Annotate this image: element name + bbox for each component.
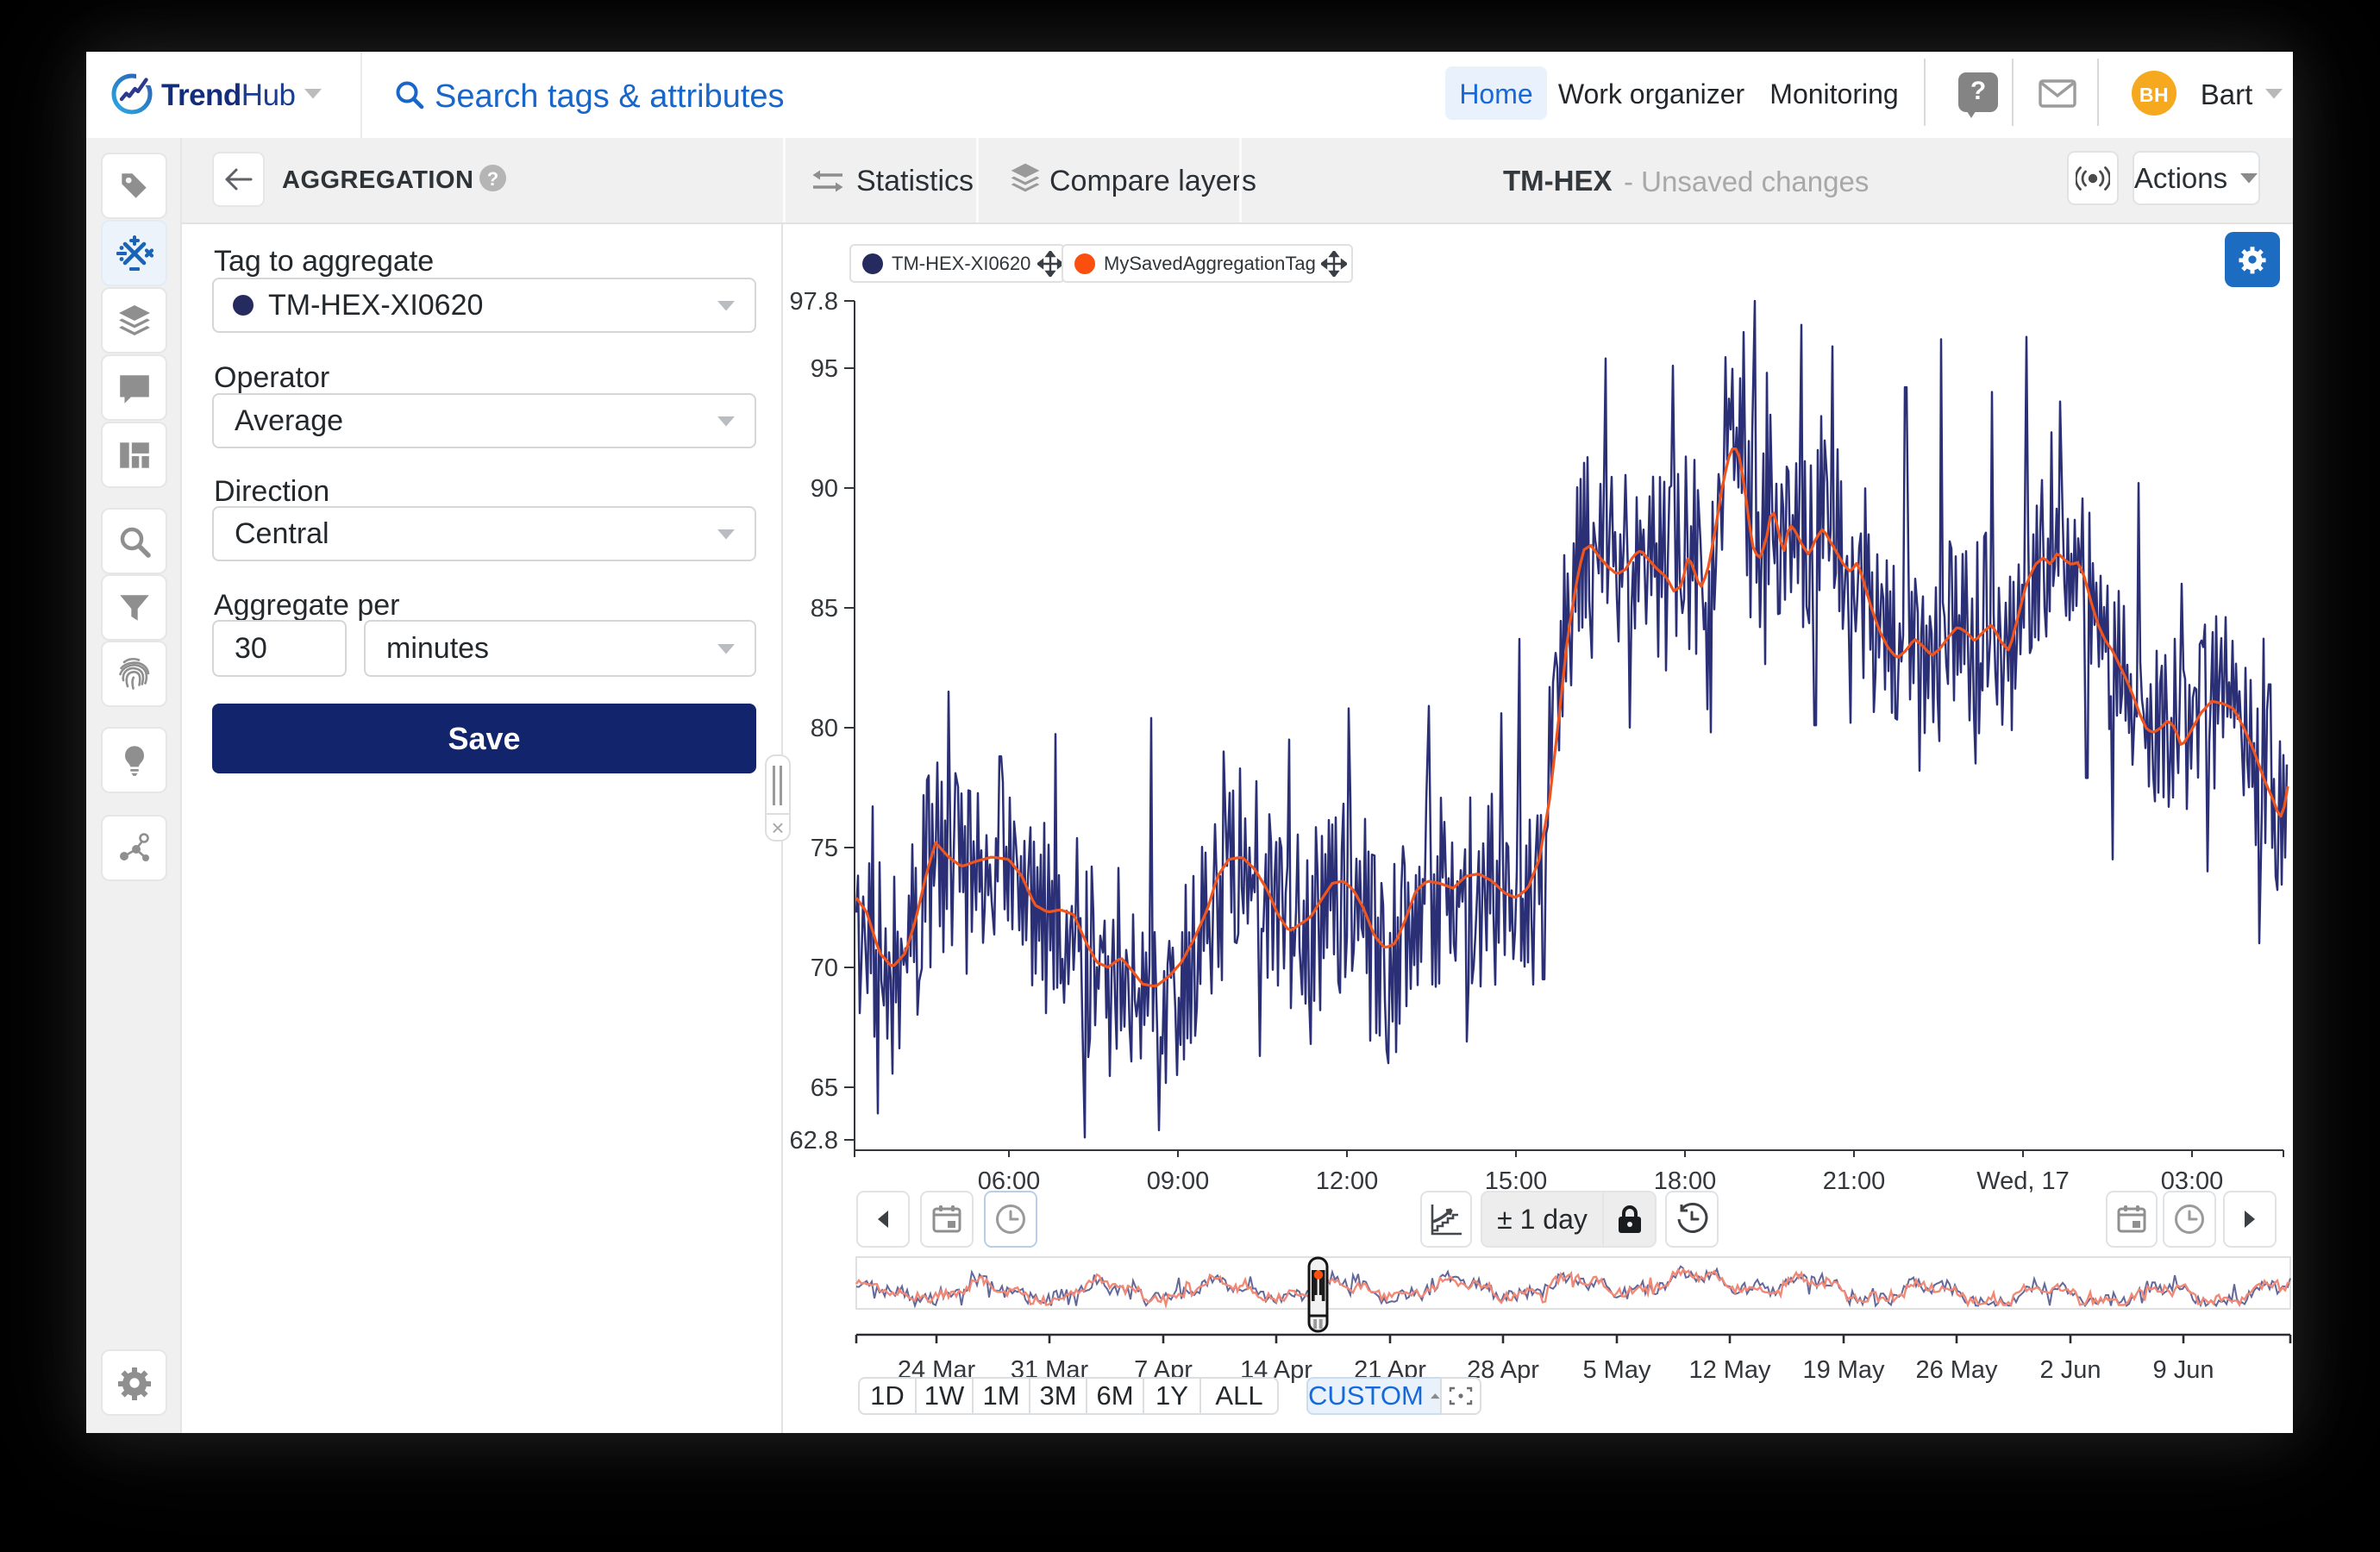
svg-text:62.8: 62.8 (790, 1127, 838, 1155)
svg-text:97.8: 97.8 (790, 288, 838, 316)
svg-text:Wed, 17: Wed, 17 (1976, 1167, 2069, 1195)
svg-text:70: 70 (811, 954, 838, 982)
svg-text:85: 85 (811, 595, 838, 623)
svg-text:75: 75 (811, 835, 838, 862)
svg-text:9 Jun: 9 Jun (2153, 1356, 2214, 1384)
svg-text:5 May: 5 May (1583, 1356, 1651, 1384)
svg-text:19 May: 19 May (1802, 1356, 1885, 1384)
svg-text:95: 95 (811, 355, 838, 383)
svg-text:90: 90 (811, 475, 838, 503)
svg-text:12 May: 12 May (1688, 1356, 1771, 1384)
svg-text:26 May: 26 May (1915, 1356, 1998, 1384)
svg-text:21:00: 21:00 (1823, 1167, 1886, 1195)
svg-text:09:00: 09:00 (1147, 1167, 1210, 1195)
svg-text:2 Jun: 2 Jun (2040, 1356, 2101, 1384)
svg-text:12:00: 12:00 (1316, 1167, 1379, 1195)
svg-text:80: 80 (811, 715, 838, 742)
svg-text:65: 65 (811, 1074, 838, 1102)
